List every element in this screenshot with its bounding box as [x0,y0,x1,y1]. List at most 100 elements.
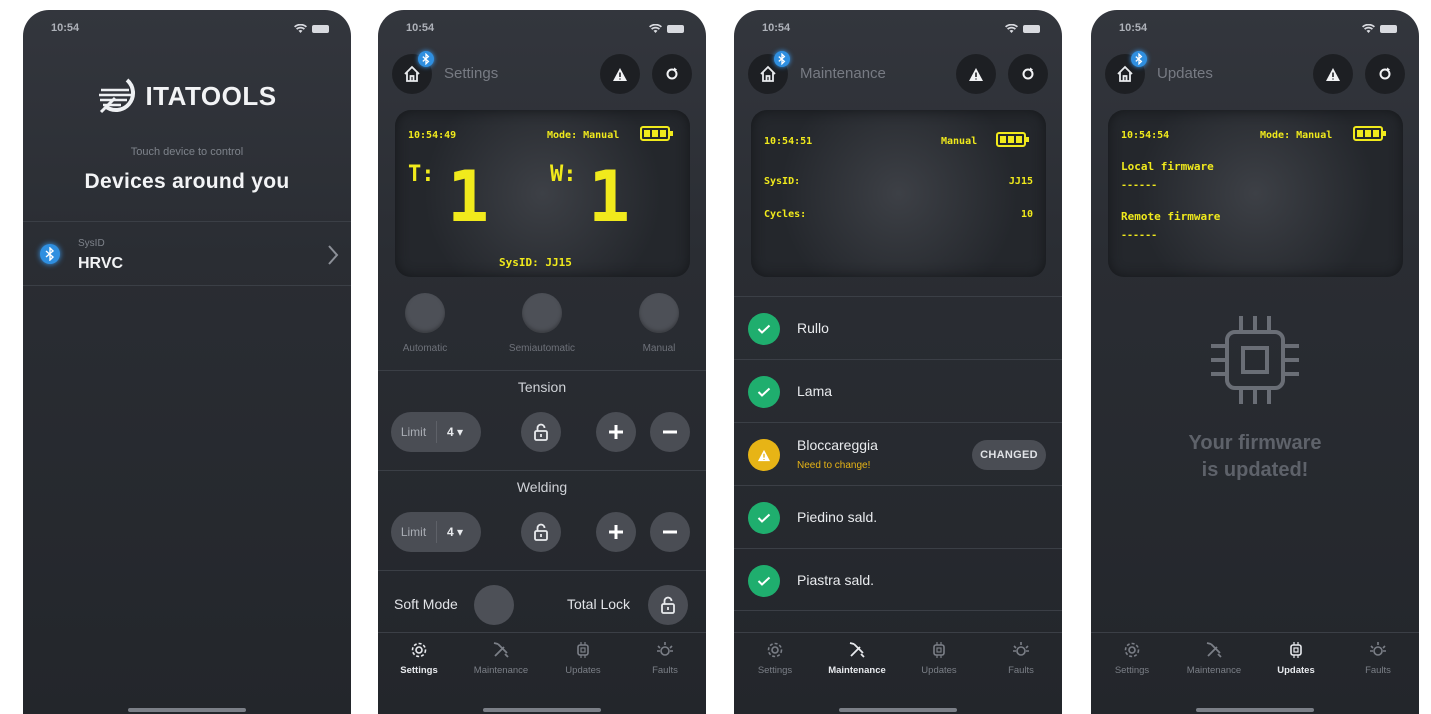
status-time: 10:54 [762,22,791,34]
limit-label: Limit [391,421,437,443]
plus-icon [609,425,623,439]
status-time: 10:54 [406,22,435,34]
divider [378,370,706,371]
bluetooth-icon [774,51,790,67]
firmware-status-message: Your firmware is updated! [1091,430,1419,484]
local-firmware-value: ------ [1121,180,1158,191]
chip-icon [933,642,945,658]
touch-hint: Touch device to control [130,146,244,158]
lcd-sysid: SysID: JJ15 [499,256,572,269]
tension-limit-select[interactable]: Limit 4 ▾ [391,412,481,452]
status-bar: 10:54 [406,22,684,36]
tab-updates[interactable]: Updates [542,641,624,676]
total-lock-button[interactable] [648,585,688,625]
cycles-value: 10 [1020,209,1033,220]
home-indicator [839,708,957,712]
mode-automatic[interactable]: Automatic [390,293,460,354]
list-item[interactable]: Piedino sald. [734,485,1062,548]
alert-button[interactable] [1313,54,1353,94]
lcd-time: 10:54:54 [1121,130,1170,141]
tab-label: Settings [757,665,793,676]
home-icon [1117,65,1133,82]
wifi-icon [1362,24,1375,33]
list-item[interactable]: Lama [734,359,1062,422]
tension-lock-button[interactable] [521,412,561,452]
welding-plus-button[interactable] [596,512,636,552]
changed-button[interactable]: CHANGED [972,440,1046,470]
home-button[interactable] [392,51,434,94]
tab-label: Faults [652,665,678,676]
status-bar: 10:54 [1119,22,1397,36]
welding-minus-button[interactable] [650,512,690,552]
tab-faults[interactable]: Faults [1337,641,1419,676]
refresh-button[interactable] [1008,54,1048,94]
status-time: 10:54 [1119,22,1148,34]
battery-icon [1023,24,1040,33]
check-icon [748,565,780,597]
battery-icon [1380,24,1397,33]
limit-value: 4 ▾ [447,425,464,439]
mode-label: Manual [642,343,676,354]
total-lock-label: Total Lock [567,596,631,612]
refresh-icon [666,67,678,80]
tab-maintenance[interactable]: Maintenance [816,641,898,676]
refresh-button[interactable] [1365,54,1405,94]
tab-faults[interactable]: Faults [980,641,1062,676]
plus-icon [609,525,623,539]
tension-value: 1 [447,156,490,238]
mode-radio[interactable] [639,293,679,333]
mode-manual[interactable]: Manual [628,293,690,354]
wifi-icon [294,24,307,33]
tab-updates[interactable]: Updates [898,641,980,676]
remote-firmware-value: ------ [1121,230,1158,241]
tab-updates[interactable]: Updates [1255,641,1337,676]
sysid-value: JJ15 [1008,176,1033,187]
welding-lock-button[interactable] [521,512,561,552]
unlock-icon [534,423,548,441]
home-button[interactable] [1105,51,1147,94]
item-name: Rullo [797,320,829,336]
welding-title: Welding [516,479,568,495]
welding-limit-select[interactable]: Limit 4 ▾ [391,512,481,552]
alert-button[interactable] [956,54,996,94]
mode-radio[interactable] [405,293,445,333]
list-item[interactable]: Rullo [734,296,1062,359]
tab-label: Maintenance [473,665,529,676]
check-icon [748,376,780,408]
tab-maintenance[interactable]: Maintenance [460,641,542,676]
unlock-icon [661,596,675,614]
tension-minus-button[interactable] [650,412,690,452]
tab-label: Maintenance [1186,665,1242,676]
tab-label: Updates [565,665,601,676]
wifi-icon [1005,24,1018,33]
item-name: Piedino sald. [797,509,878,525]
maintenance-screen: 10:54 Maintenance 10:54:51 Manual SysID:… [734,10,1062,714]
list-item[interactable]: Piastra sald. [734,548,1062,611]
mode-label: Semiautomatic [508,343,576,354]
divider [378,470,706,471]
mode-semiautomatic[interactable]: Semiautomatic [493,293,591,354]
tab-maintenance[interactable]: Maintenance [1173,641,1255,676]
soft-mode-toggle[interactable] [474,585,514,625]
minus-icon [663,430,677,434]
home-indicator [128,708,246,712]
tab-settings[interactable]: Settings [1091,641,1173,676]
refresh-icon [1379,67,1391,80]
alert-button[interactable] [600,54,640,94]
refresh-button[interactable] [652,54,692,94]
tension-label: T: [408,162,435,187]
tab-settings[interactable]: Settings [378,641,460,676]
home-button[interactable] [748,51,790,94]
tab-settings[interactable]: Settings [734,641,816,676]
lcd-mode: Mode: Manual [1260,130,1333,141]
list-item[interactable]: Bloccareggia Need to change! CHANGED [734,422,1062,485]
lcd-display: 10:54:54 Mode: Manual Local firmware ---… [1108,110,1403,277]
tension-plus-button[interactable] [596,412,636,452]
mode-radio[interactable] [522,293,562,333]
mode-selector: Automatic Semiautomatic Manual [378,293,706,363]
tab-faults[interactable]: Faults [624,641,706,676]
home-icon [404,65,420,82]
minus-icon [663,530,677,534]
tools-icon [1206,642,1222,658]
device-row[interactable]: SysID HRVC [23,221,351,286]
